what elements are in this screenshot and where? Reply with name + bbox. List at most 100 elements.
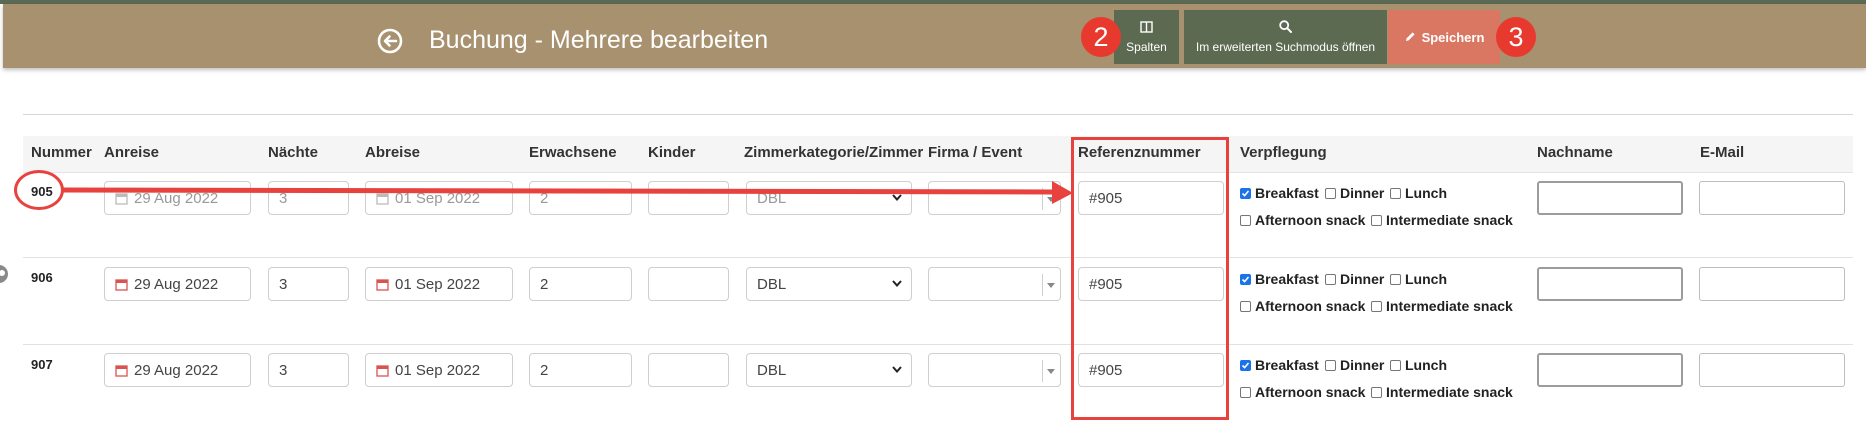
chevron-down-icon xyxy=(892,280,902,288)
company-event-select[interactable] xyxy=(928,353,1061,387)
checkbox-icon xyxy=(1371,386,1382,398)
breakfast-checkbox[interactable]: Breakfast xyxy=(1240,185,1319,201)
calendar-icon xyxy=(376,278,389,291)
checkbox-checked-icon xyxy=(1240,273,1251,285)
intermediate-snack-label: Intermediate snack xyxy=(1386,212,1513,228)
breakfast-label: Breakfast xyxy=(1255,357,1319,373)
caret-down-icon xyxy=(1047,369,1055,374)
departure-date-value: 01 Sep 2022 xyxy=(395,275,481,293)
checkbox-icon xyxy=(1371,214,1382,226)
lunch-checkbox[interactable]: Lunch xyxy=(1390,357,1447,373)
breakfast-label: Breakfast xyxy=(1255,271,1319,287)
column-header-email: E-Mail xyxy=(1700,144,1745,161)
dinner-label: Dinner xyxy=(1340,271,1385,287)
departure-date-field[interactable]: 01 Sep 2022 xyxy=(365,353,513,387)
intermediate-snack-label: Intermediate snack xyxy=(1386,298,1513,314)
intermediate-snack-checkbox[interactable]: Intermediate snack xyxy=(1371,298,1513,314)
company-event-select[interactable] xyxy=(928,267,1061,301)
arrival-date-field[interactable]: 29 Aug 2022 xyxy=(104,267,251,301)
breakfast-checkbox[interactable]: Breakfast xyxy=(1240,357,1319,373)
dinner-checkbox[interactable]: Dinner xyxy=(1325,185,1384,201)
lunch-label: Lunch xyxy=(1405,271,1447,287)
select-separator xyxy=(1042,274,1043,296)
arrival-date-field[interactable]: 29 Aug 2022 xyxy=(104,353,251,387)
email-field[interactable] xyxy=(1699,353,1845,387)
advanced-search-button-label: Im erweiterten Suchmodus öffnen xyxy=(1195,40,1376,54)
lunch-checkbox[interactable]: Lunch xyxy=(1390,271,1447,287)
checkbox-icon xyxy=(1325,187,1336,199)
room-category-select[interactable]: DBL xyxy=(746,267,912,301)
afternoon-snack-checkbox[interactable]: Afternoon snack xyxy=(1240,384,1365,400)
lastname-field[interactable] xyxy=(1537,181,1683,215)
nights-value: 3 xyxy=(279,361,288,379)
row-separator xyxy=(23,344,1853,345)
save-button[interactable]: Speichern xyxy=(1388,10,1500,64)
intermediate-snack-checkbox[interactable]: Intermediate snack xyxy=(1371,384,1513,400)
children-field[interactable] xyxy=(648,267,729,301)
lastname-field[interactable] xyxy=(1537,267,1683,301)
annotation-arrow xyxy=(61,181,1073,204)
afternoon-snack-checkbox[interactable]: Afternoon snack xyxy=(1240,212,1365,228)
adults-value: 2 xyxy=(540,361,549,379)
nights-value: 3 xyxy=(279,275,288,293)
adults-field[interactable]: 2 xyxy=(529,353,632,387)
columns-button[interactable]: Spalten xyxy=(1114,10,1179,64)
column-header-verpflegung: Verpflegung xyxy=(1240,144,1327,161)
adults-field[interactable]: 2 xyxy=(529,267,632,301)
chevron-down-icon xyxy=(892,366,902,374)
search-icon xyxy=(1279,20,1292,33)
checkbox-icon xyxy=(1390,273,1401,285)
side-handle-icon[interactable] xyxy=(0,265,8,283)
calendar-icon xyxy=(376,364,389,377)
checkbox-icon xyxy=(1371,300,1382,312)
nights-field[interactable]: 3 xyxy=(268,267,349,301)
save-button-label: Speichern xyxy=(1421,29,1485,45)
afternoon-snack-label: Afternoon snack xyxy=(1255,212,1366,228)
room-category-select[interactable]: DBL xyxy=(746,353,912,387)
departure-date-value: 01 Sep 2022 xyxy=(395,361,481,379)
lastname-field[interactable] xyxy=(1537,353,1683,387)
checkbox-icon xyxy=(1390,359,1401,371)
breakfast-checkbox[interactable]: Breakfast xyxy=(1240,271,1319,287)
checkbox-icon xyxy=(1390,187,1401,199)
children-field[interactable] xyxy=(648,353,729,387)
room-category-value: DBL xyxy=(757,361,787,379)
departure-date-field[interactable]: 01 Sep 2022 xyxy=(365,267,513,301)
lunch-label: Lunch xyxy=(1405,357,1447,373)
checkbox-checked-icon xyxy=(1240,359,1251,371)
email-field[interactable] xyxy=(1699,181,1845,215)
checkbox-icon xyxy=(1325,359,1336,371)
checkbox-icon xyxy=(1325,273,1336,285)
calendar-icon xyxy=(115,364,128,377)
breakfast-label: Breakfast xyxy=(1255,185,1319,201)
intermediate-snack-checkbox[interactable]: Intermediate snack xyxy=(1371,212,1513,228)
dinner-checkbox[interactable]: Dinner xyxy=(1325,271,1384,287)
checkbox-icon xyxy=(1240,214,1251,226)
select-separator xyxy=(1042,360,1043,382)
lunch-label: Lunch xyxy=(1405,185,1447,201)
row-number: 906 xyxy=(31,270,53,285)
intermediate-snack-label: Intermediate snack xyxy=(1386,384,1513,400)
advanced-search-button[interactable]: Im erweiterten Suchmodus öffnen xyxy=(1184,10,1387,64)
caret-down-icon xyxy=(1047,283,1055,288)
dinner-checkbox[interactable]: Dinner xyxy=(1325,357,1384,373)
afternoon-snack-label: Afternoon snack xyxy=(1255,298,1366,314)
row-number: 907 xyxy=(31,357,53,372)
checkbox-checked-icon xyxy=(1240,187,1251,199)
afternoon-snack-checkbox[interactable]: Afternoon snack xyxy=(1240,298,1365,314)
columns-button-label: Spalten xyxy=(1126,39,1167,54)
nights-field[interactable]: 3 xyxy=(268,353,349,387)
dinner-label: Dinner xyxy=(1340,357,1385,373)
afternoon-snack-label: Afternoon snack xyxy=(1255,384,1366,400)
columns-icon xyxy=(1140,20,1153,33)
column-header-nachname: Nachname xyxy=(1537,144,1613,161)
checkbox-icon xyxy=(1240,386,1251,398)
row-separator xyxy=(23,257,1853,258)
adults-value: 2 xyxy=(540,275,549,293)
arrival-date-value: 29 Aug 2022 xyxy=(134,275,219,293)
email-field[interactable] xyxy=(1699,267,1845,301)
checkbox-icon xyxy=(1240,300,1251,312)
calendar-icon xyxy=(115,278,128,291)
room-category-value: DBL xyxy=(757,275,787,293)
lunch-checkbox[interactable]: Lunch xyxy=(1390,185,1447,201)
